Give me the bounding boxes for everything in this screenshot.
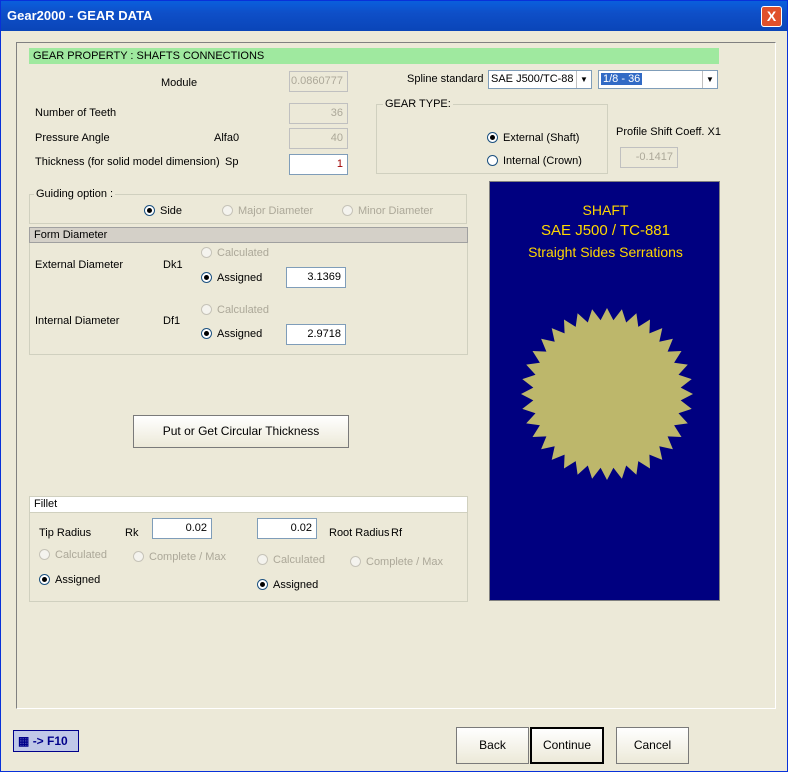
chevron-down-icon[interactable]: ▼ <box>702 71 717 88</box>
profile-shift-label: Profile Shift Coeff. X1 <box>616 126 721 138</box>
gear-data-window: Gear2000 - GEAR DATA X GEAR PROPERTY : S… <box>0 0 788 772</box>
calculator-icon: ▦ <box>18 734 30 748</box>
internal-diameter-symbol: Df1 <box>163 315 181 327</box>
fillet-title: Fillet <box>30 497 467 513</box>
profile-shift-input: -0.1417 <box>620 147 678 168</box>
chevron-down-icon[interactable]: ▼ <box>576 71 591 88</box>
form-diameter-header: Form Diameter <box>29 227 468 243</box>
gear-shape <box>521 308 693 480</box>
guiding-side-radio[interactable] <box>144 205 155 216</box>
guiding-major-radio[interactable] <box>222 205 233 216</box>
internal-diameter-label: Internal Diameter <box>35 315 120 327</box>
spline-standard-label: Spline standard <box>407 73 484 85</box>
spline-size-value: 1/8 - 36 <box>601 73 643 85</box>
calculator-shortcut-button[interactable]: ▦ -> F10 <box>13 730 79 752</box>
guiding-minor-label: Minor Diameter <box>358 205 434 217</box>
tip-complete-radio[interactable] <box>133 551 144 562</box>
thickness-label: Thickness (for solid model dimension) <box>35 156 220 168</box>
spline-size-select[interactable]: 1/8 - 36 ▼ <box>598 70 718 89</box>
root-assigned-radio[interactable] <box>257 579 268 590</box>
root-assigned-label: Assigned <box>273 579 319 591</box>
int-calculated-label: Calculated <box>217 304 269 316</box>
pressure-angle-input: 40 <box>289 128 348 149</box>
ext-assigned-label: Assigned <box>217 272 263 284</box>
root-calculated-label: Calculated <box>273 554 325 566</box>
int-assigned-radio[interactable] <box>201 328 212 339</box>
internal-crown-radio[interactable] <box>487 155 498 166</box>
root-complete-label: Complete / Max <box>366 556 444 568</box>
root-radius-symbol: Rf <box>391 527 402 539</box>
internal-crown-label: Internal (Crown) <box>503 155 582 167</box>
cancel-button[interactable]: Cancel <box>616 727 689 764</box>
tip-calculated-label: Calculated <box>55 549 107 561</box>
section-header: GEAR PROPERTY : SHAFTS CONNECTIONS <box>29 48 719 64</box>
external-diameter-input[interactable]: 3.1369 <box>286 267 346 288</box>
ext-calculated-label: Calculated <box>217 247 269 259</box>
int-assigned-label: Assigned <box>217 328 263 340</box>
window-title: Gear2000 - GEAR DATA <box>7 8 153 23</box>
thickness-symbol: Sp <box>225 156 239 168</box>
circular-thickness-button[interactable]: Put or Get Circular Thickness <box>133 415 349 448</box>
guiding-option-title: Guiding option : <box>34 188 116 200</box>
guiding-major-label: Major Diameter <box>238 205 314 217</box>
tip-radius-input[interactable]: 0.02 <box>152 518 212 539</box>
calculator-shortcut-label: -> F10 <box>32 734 68 748</box>
pressure-angle-symbol: Alfa0 <box>214 132 240 144</box>
int-calculated-radio[interactable] <box>201 304 212 315</box>
spline-standard-value: SAE J500/TC-88 <box>491 73 574 85</box>
tip-radius-symbol: Rk <box>125 527 139 539</box>
spline-standard-select[interactable]: SAE J500/TC-88 ▼ <box>488 70 592 89</box>
root-calculated-radio[interactable] <box>257 554 268 565</box>
root-radius-input[interactable]: 0.02 <box>257 518 317 539</box>
gear-type-title: GEAR TYPE: <box>383 98 453 110</box>
tip-complete-label: Complete / Max <box>149 551 227 563</box>
teeth-label: Number of Teeth <box>35 107 117 119</box>
gear-preview: SHAFT SAE J500 / TC-881 Straight Sides S… <box>489 181 720 601</box>
teeth-input: 36 <box>289 103 348 124</box>
external-diameter-label: External Diameter <box>35 259 124 271</box>
back-button[interactable]: Back <box>456 727 529 764</box>
thickness-input[interactable]: 1 <box>289 154 348 175</box>
root-radius-label: Root Radius <box>329 527 390 539</box>
tip-calculated-radio[interactable] <box>39 549 50 560</box>
tip-radius-label: Tip Radius <box>39 527 92 539</box>
tip-assigned-label: Assigned <box>55 574 101 586</box>
title-bar: Gear2000 - GEAR DATA X <box>1 1 787 31</box>
gear-shape-icon <box>521 308 693 480</box>
internal-diameter-input[interactable]: 2.9718 <box>286 324 346 345</box>
continue-button[interactable]: Continue <box>530 727 604 764</box>
guiding-side-label: Side <box>160 205 183 217</box>
external-shaft-label: External (Shaft) <box>503 132 580 144</box>
module-label: Module <box>161 77 198 89</box>
module-input: 0.0860777 <box>289 71 348 92</box>
ext-calculated-radio[interactable] <box>201 247 212 258</box>
external-diameter-symbol: Dk1 <box>163 259 183 271</box>
root-complete-radio[interactable] <box>350 556 361 567</box>
tip-assigned-radio[interactable] <box>39 574 50 585</box>
external-shaft-radio[interactable] <box>487 132 498 143</box>
close-button[interactable]: X <box>761 6 782 27</box>
ext-assigned-radio[interactable] <box>201 272 212 283</box>
guiding-minor-radio[interactable] <box>342 205 353 216</box>
pressure-angle-label: Pressure Angle <box>35 132 110 144</box>
